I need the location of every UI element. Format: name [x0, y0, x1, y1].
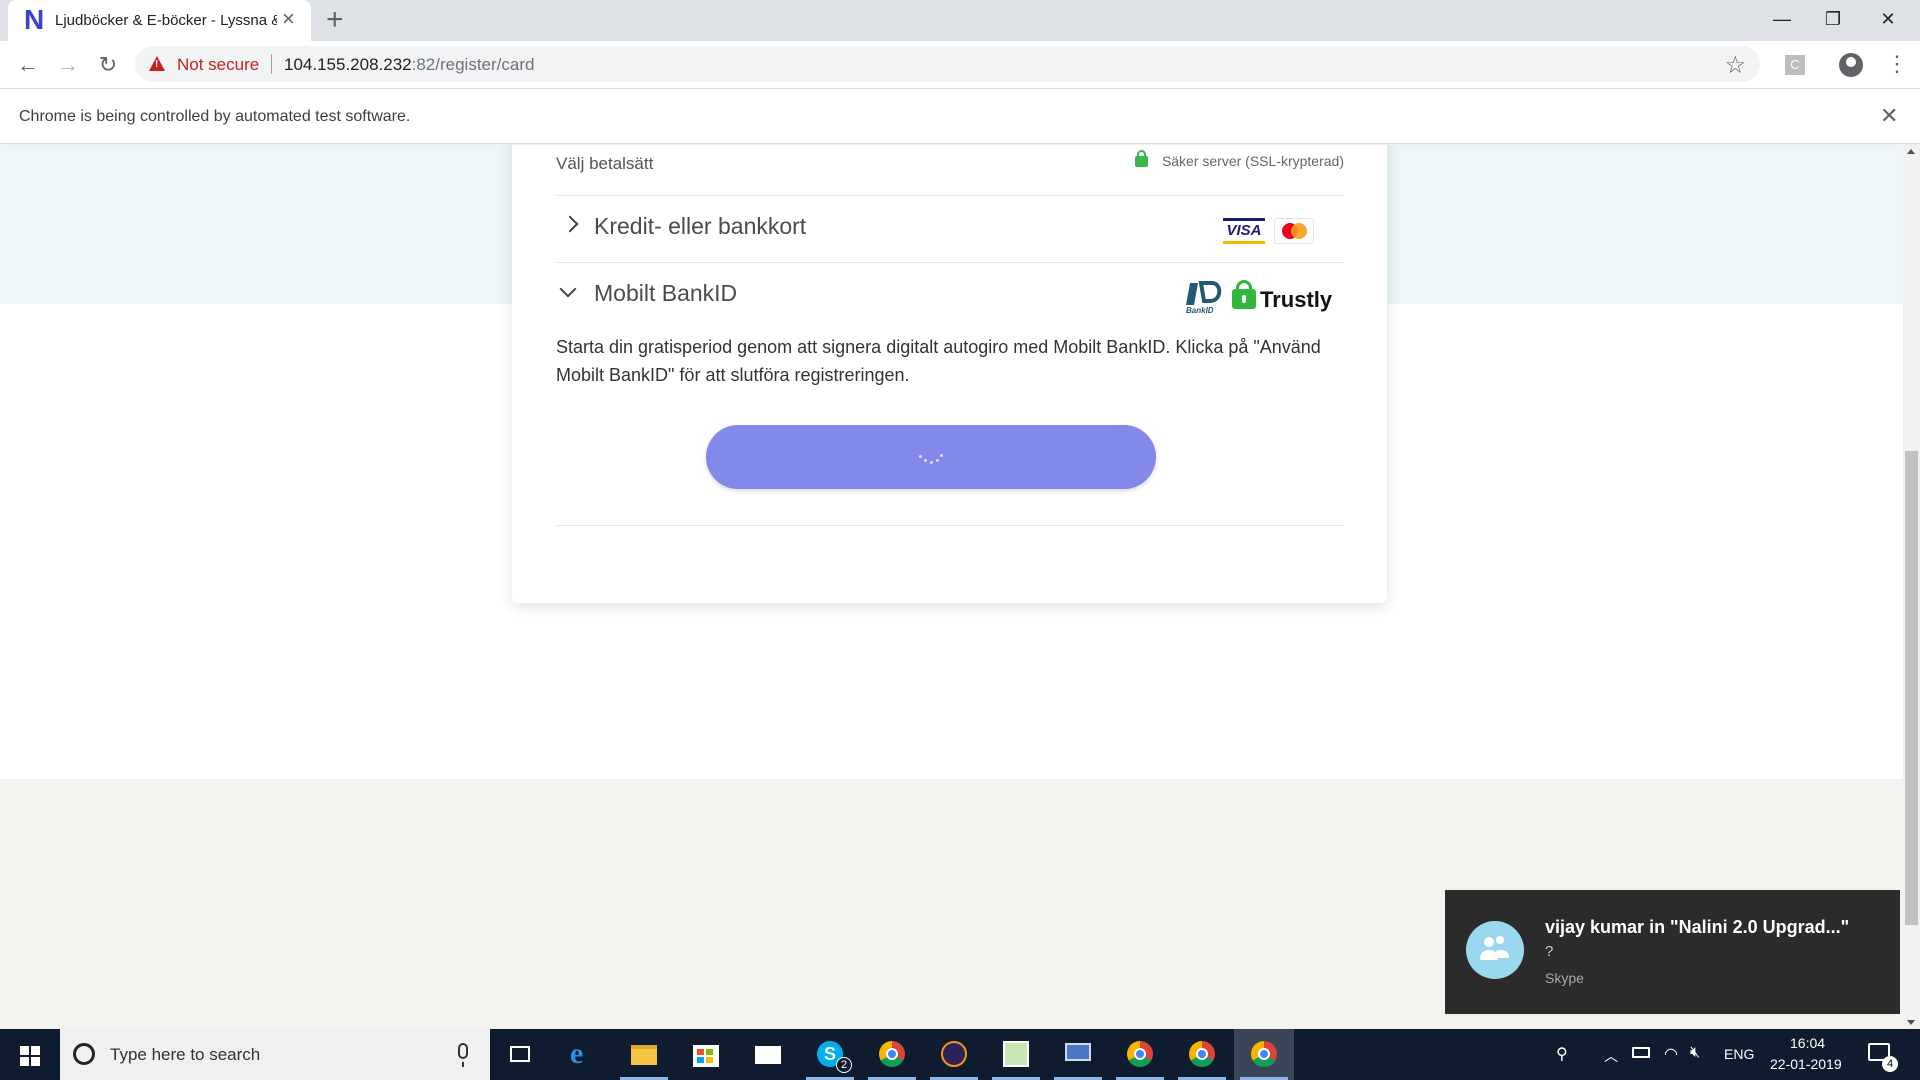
secure-server-label: Säker server (SSL-krypterad)	[1161, 153, 1344, 169]
secure-server-note: Säker server (SSL-krypterad)	[1134, 150, 1344, 169]
back-icon[interactable]: ←	[13, 50, 43, 80]
notification-count-badge: 4	[1882, 1056, 1898, 1072]
taskbar-search[interactable]: Type here to search	[60, 1029, 490, 1080]
tab-close-icon[interactable]: ×	[282, 8, 295, 30]
skype-notification[interactable]: vijay kumar in "Nalini 2.0 Upgrad..." ? …	[1445, 890, 1900, 1014]
tab-title: Ljudböcker & E-böcker - Lyssna & L	[55, 12, 277, 29]
menu-kebab-icon[interactable]: ⋮	[1886, 51, 1908, 77]
scroll-down-icon[interactable]	[1907, 1020, 1915, 1025]
scroll-thumb[interactable]	[1905, 451, 1918, 925]
notification-title: vijay kumar in "Nalini 2.0 Upgrad..."	[1545, 917, 1850, 937]
chevron-down-icon	[559, 280, 577, 298]
group-avatar-icon	[1466, 921, 1524, 979]
microphone-icon[interactable]	[458, 1043, 468, 1067]
notepad-icon[interactable]	[986, 1029, 1046, 1080]
url-host: 104.155.208.232	[284, 55, 412, 74]
mastercard-icon	[1274, 218, 1314, 244]
task-view-icon[interactable]	[490, 1029, 550, 1080]
store-icon[interactable]	[676, 1029, 736, 1080]
warning-icon[interactable]	[149, 56, 165, 71]
bookmark-star-icon[interactable]: ☆	[1724, 51, 1746, 80]
people-icon[interactable]: ⚲	[1556, 1044, 1568, 1064]
clock-date[interactable]: 22-01-2019	[1770, 1056, 1842, 1072]
bankid-description: Starta din gratisperiod genom att signer…	[556, 337, 1321, 385]
new-tab-icon[interactable]: +	[326, 3, 344, 37]
address-bar[interactable]: Not secure 104.155.208.232:82/register/c…	[135, 46, 1760, 82]
method-card-row[interactable]: Kredit- eller bankkort VISA	[556, 196, 1344, 262]
automation-infobar: Chrome is being controlled by automated …	[0, 89, 1920, 144]
lock-icon	[1134, 150, 1148, 167]
edge-icon[interactable]: e	[553, 1029, 613, 1080]
chrome-icon-active[interactable]	[1234, 1029, 1294, 1080]
url-path: :82/register/card	[411, 55, 535, 74]
chevron-right-icon	[561, 215, 579, 233]
scroll-up-icon[interactable]	[1907, 149, 1915, 154]
trustly-text: Trustly	[1260, 287, 1333, 312]
reload-icon[interactable]: ↻	[93, 50, 123, 80]
windows-taskbar: Type here to search e S 2 ⚲ ︿ ◠ 🔇︎ ENG 1…	[0, 1029, 1920, 1080]
divider	[556, 525, 1344, 526]
eclipse-icon[interactable]	[924, 1029, 984, 1080]
infobar-close-icon[interactable]: ✕	[1880, 103, 1898, 129]
notification-app: Skype	[1545, 970, 1584, 986]
method-bankid-label: Mobilt BankID	[594, 280, 738, 306]
bankid-text: BankID	[1186, 306, 1214, 315]
payment-card: Välj betalsätt Säker server (SSL-krypter…	[512, 145, 1387, 603]
url-separator	[271, 54, 272, 74]
tab-strip: N Ljudböcker & E-böcker - Lyssna & L × +…	[0, 0, 1920, 41]
bankid-icon: BankID	[1186, 281, 1222, 315]
skype-icon[interactable]: S 2	[800, 1029, 860, 1080]
skype-badge: 2	[836, 1057, 852, 1073]
choose-method-heading: Välj betalsätt	[556, 154, 654, 173]
wifi-icon[interactable]: ◠	[1664, 1044, 1678, 1064]
nextory-favicon-icon: N	[24, 4, 45, 35]
tray-chevron-up-icon[interactable]: ︿	[1604, 1046, 1618, 1066]
file-explorer-icon[interactable]	[614, 1029, 674, 1080]
url-text[interactable]: 104.155.208.232:82/register/card	[284, 55, 534, 75]
visa-icon: VISA	[1223, 218, 1265, 244]
volume-muted-icon[interactable]: 🔇︎	[1690, 1044, 1700, 1062]
chrome-icon-3[interactable]	[1172, 1029, 1232, 1080]
windows-start-icon[interactable]	[20, 1046, 40, 1066]
clock-time[interactable]: 16:04	[1790, 1035, 1825, 1051]
loading-spinner-icon	[919, 449, 943, 465]
mail-icon[interactable]	[738, 1029, 798, 1080]
search-placeholder: Type here to search	[110, 1045, 261, 1064]
cortana-icon	[73, 1043, 95, 1065]
method-bankid-row[interactable]: Mobilt BankID BankID Trustly	[556, 263, 1344, 329]
notification-body: ?	[1545, 943, 1554, 960]
browser-tab[interactable]: N Ljudböcker & E-böcker - Lyssna & L ×	[8, 0, 311, 41]
minimize-icon[interactable]: —	[1762, 6, 1802, 32]
language-indicator[interactable]: ENG	[1724, 1046, 1754, 1062]
battery-icon[interactable]	[1632, 1047, 1650, 1058]
window-close-icon[interactable]: ✕	[1868, 6, 1908, 32]
extension-icon[interactable]: C	[1785, 55, 1805, 75]
chrome-icon[interactable]	[862, 1029, 922, 1080]
use-bankid-button[interactable]	[706, 425, 1156, 489]
restore-icon[interactable]: ❐	[1813, 6, 1853, 32]
page-scrollbar[interactable]	[1903, 145, 1920, 1029]
security-label[interactable]: Not secure	[177, 55, 259, 75]
infobar-message: Chrome is being controlled by automated …	[19, 108, 411, 125]
trustly-lock-icon	[1232, 280, 1256, 309]
browser-toolbar: ← → ↻ Not secure 104.155.208.232:82/regi…	[0, 41, 1920, 89]
chrome-icon-2[interactable]	[1110, 1029, 1170, 1080]
network-app-icon[interactable]	[1048, 1029, 1108, 1080]
profile-icon[interactable]	[1839, 53, 1863, 77]
forward-icon[interactable]: →	[53, 50, 83, 80]
method-card-label: Kredit- eller bankkort	[594, 213, 807, 239]
